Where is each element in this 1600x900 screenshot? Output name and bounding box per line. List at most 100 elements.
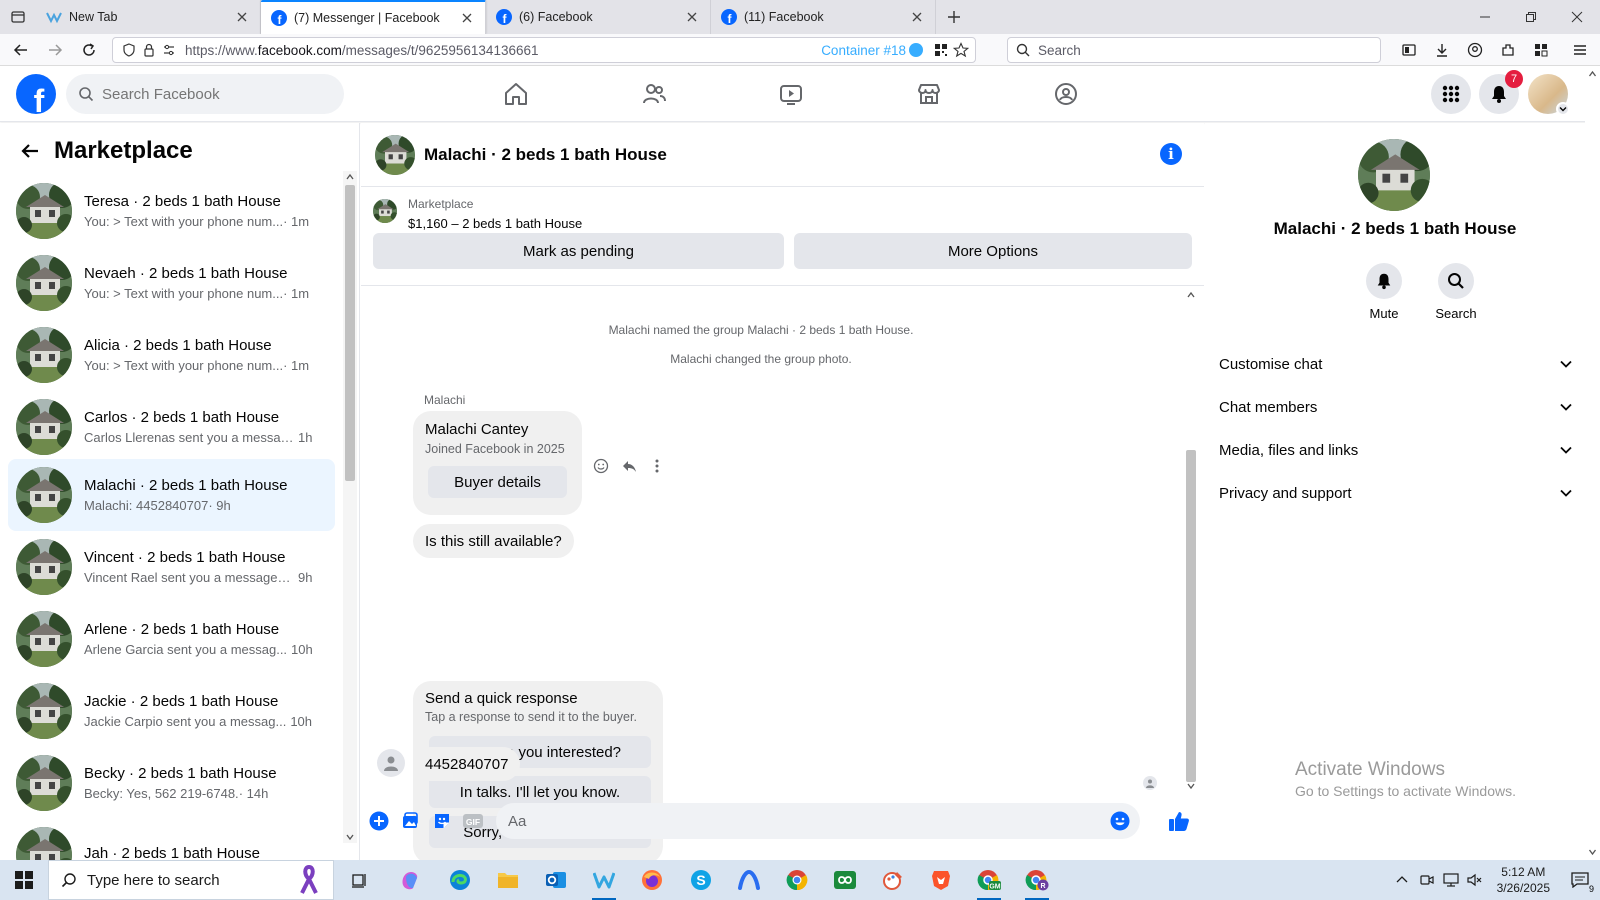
wordpress-app-icon[interactable] (584, 864, 624, 900)
search-conversation-button[interactable]: Search (1426, 263, 1486, 321)
chrome-profile-r-icon[interactable]: R (1017, 864, 1057, 900)
conversation-item-active[interactable]: Malachi · 2 beds 1 bath House Malachi: 4… (8, 459, 335, 531)
menu-grid-icon[interactable] (1431, 74, 1471, 114)
conversation-item[interactable]: Jackie · 2 beds 1 bath House Jackie Carp… (8, 675, 335, 747)
notifications-button[interactable]: 7 (1479, 70, 1523, 114)
scroll-down-icon[interactable] (346, 833, 354, 841)
close-tab-icon[interactable] (459, 10, 475, 26)
marketplace-icon[interactable] (899, 66, 959, 122)
home-icon[interactable] (486, 66, 546, 122)
listing-thumbnail[interactable] (373, 199, 397, 223)
chat-scrollbar[interactable] (1183, 288, 1199, 793)
extensions-icon[interactable] (1491, 36, 1524, 64)
watch-icon[interactable] (761, 66, 821, 122)
buyer-details-button[interactable]: Buyer details (428, 466, 567, 498)
emoji-icon[interactable] (1110, 811, 1130, 831)
tab-list-icon[interactable] (0, 0, 36, 34)
close-tab-icon[interactable] (909, 9, 925, 25)
taskbar-clock[interactable]: 5:12 AM 3/26/2025 (1497, 864, 1550, 896)
account-icon[interactable] (1458, 36, 1491, 64)
thumbs-up-icon[interactable] (1167, 809, 1191, 833)
meet-now-icon[interactable] (1415, 873, 1439, 887)
conversation-item[interactable]: Vincent · 2 beds 1 bath House Vincent Ra… (8, 531, 335, 603)
browser-tab-facebook-11[interactable]: f (11) Facebook (711, 0, 936, 34)
hamburger-menu-icon[interactable] (1563, 36, 1596, 64)
lock-icon[interactable] (139, 43, 159, 57)
scroll-up-icon[interactable] (1588, 70, 1597, 78)
more-options-button[interactable]: More Options (794, 233, 1192, 269)
react-icon[interactable] (591, 456, 611, 476)
windows-start-icon[interactable] (0, 860, 48, 900)
photo-icon[interactable] (398, 809, 422, 833)
scroll-up-icon[interactable] (1187, 291, 1195, 299)
chat-avatar[interactable] (375, 134, 415, 175)
close-tab-icon[interactable] (234, 9, 250, 25)
scroll-up-icon[interactable] (346, 173, 354, 181)
skype-icon[interactable]: S (681, 864, 721, 896)
close-window-icon[interactable] (1554, 0, 1600, 34)
gif-icon[interactable]: GIF (461, 809, 485, 833)
permissions-icon[interactable] (159, 43, 179, 57)
scroll-down-icon[interactable] (1187, 782, 1195, 790)
account-avatar[interactable] (1528, 74, 1570, 116)
arc-app-icon[interactable] (729, 864, 769, 896)
facebook-search[interactable] (66, 74, 344, 114)
firefox-icon[interactable] (632, 864, 672, 896)
customise-chat-row[interactable]: Customise chat (1219, 344, 1573, 384)
facebook-logo[interactable]: f (16, 74, 56, 114)
file-explorer-icon[interactable] (488, 864, 528, 896)
forward-icon[interactable] (38, 36, 72, 64)
friends-icon[interactable] (624, 66, 684, 122)
facebook-search-input[interactable] (102, 85, 322, 103)
scroll-down-icon[interactable] (1588, 848, 1597, 856)
browser-tab-facebook-6[interactable]: f (6) Facebook (486, 0, 711, 34)
chevron-up-icon[interactable] (1389, 874, 1415, 886)
paint-app-icon[interactable] (873, 864, 913, 896)
edge-icon[interactable] (440, 864, 480, 896)
network-icon[interactable] (1439, 873, 1463, 887)
conversation-item[interactable]: Teresa · 2 beds 1 bath House You: > Text… (8, 175, 335, 247)
task-view-icon[interactable] (340, 864, 380, 896)
shield-icon[interactable] (119, 43, 139, 57)
plus-circle-icon[interactable] (367, 809, 391, 833)
close-tab-icon[interactable] (684, 9, 700, 25)
reply-icon[interactable] (619, 456, 639, 476)
brave-icon[interactable] (921, 864, 961, 896)
action-center-icon[interactable]: 9 (1560, 860, 1600, 900)
chat-info-avatar[interactable] (1358, 139, 1430, 211)
container-label[interactable]: Container #18 (821, 43, 923, 58)
download-icon[interactable] (1425, 36, 1458, 64)
mute-button[interactable]: Mute (1354, 263, 1414, 321)
message-input[interactable]: Aa (496, 803, 1140, 839)
apps-grid-icon[interactable] (1524, 36, 1557, 64)
conversation-item[interactable]: Carlos · 2 beds 1 bath House Carlos Ller… (8, 391, 335, 463)
bookmark-star-icon[interactable] (951, 42, 971, 58)
browser-tab-new-tab[interactable]: New Tab (36, 0, 261, 34)
taskbar-search[interactable]: Type here to search (48, 860, 334, 900)
back-icon[interactable] (4, 36, 38, 64)
reload-icon[interactable] (72, 36, 106, 64)
conversation-item[interactable]: Becky · 2 beds 1 bath House Becky: Yes, … (8, 747, 335, 819)
sidebar-scrollbar[interactable] (343, 171, 357, 843)
sender-avatar[interactable] (377, 749, 405, 777)
scrollbar-thumb[interactable] (345, 185, 355, 481)
listing-price[interactable]: $1,160 – 2 beds 1 bath House (408, 216, 582, 231)
info-icon[interactable]: i (1160, 143, 1182, 165)
browser-search-bar[interactable]: Search (1007, 37, 1381, 63)
outlook-icon[interactable] (536, 864, 576, 896)
chat-members-row[interactable]: Chat members (1219, 387, 1573, 427)
groups-icon[interactable] (1036, 66, 1096, 122)
url-bar[interactable]: https://www.facebook.com/messages/t/9625… (112, 37, 976, 63)
browser-tab-messenger[interactable]: f (7) Messenger | Facebook (261, 0, 486, 34)
media-files-links-row[interactable]: Media, files and links (1219, 430, 1573, 470)
conversation-item[interactable]: Jah · 2 beds 1 bath House (8, 819, 335, 860)
qr-icon[interactable] (931, 43, 951, 57)
copilot-icon[interactable] (390, 864, 430, 896)
conversation-item[interactable]: Arlene · 2 beds 1 bath House Arlene Garc… (8, 603, 335, 675)
back-arrow-icon[interactable] (20, 141, 40, 161)
chrome-icon[interactable] (777, 864, 817, 896)
mark-as-pending-button[interactable]: Mark as pending (373, 233, 784, 269)
scrollbar-thumb[interactable] (1186, 450, 1196, 782)
reader-icon[interactable] (1392, 36, 1425, 64)
sticker-icon[interactable] (430, 809, 454, 833)
